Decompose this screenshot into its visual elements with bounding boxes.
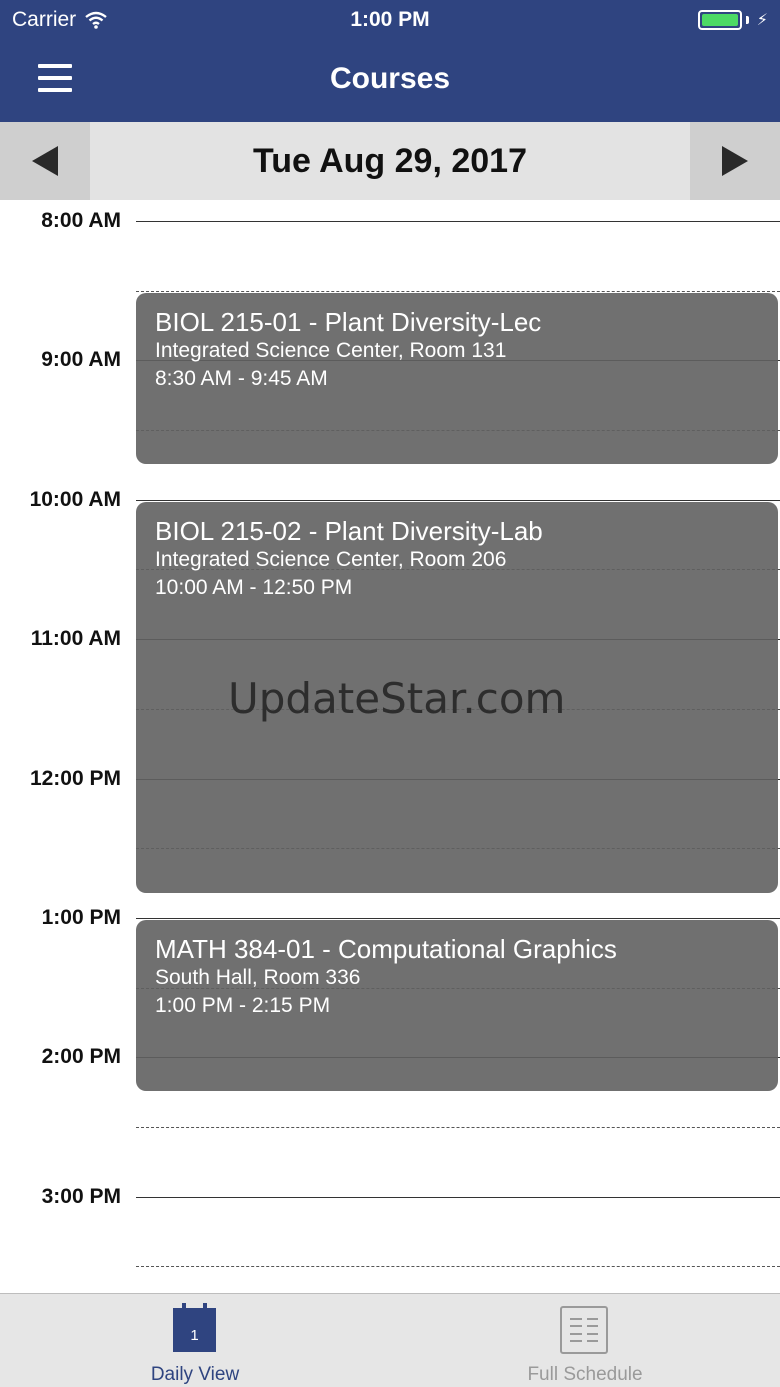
tab-label: Full Schedule xyxy=(527,1364,643,1385)
hour-label: 8:00 AM xyxy=(41,209,121,232)
next-day-button[interactable] xyxy=(690,122,780,200)
event-title: MATH 384-01 - Computational Graphics xyxy=(155,934,617,964)
schedule-list-icon xyxy=(560,1306,608,1354)
hour-label: 3:00 PM xyxy=(41,1185,121,1208)
hour-line xyxy=(136,500,780,501)
hour-label: 9:00 AM xyxy=(41,348,121,371)
current-date: Tue Aug 29, 2017 xyxy=(253,142,527,180)
event-title: BIOL 215-02 - Plant Diversity-Lab xyxy=(155,516,543,546)
event-location: South Hall, Room 336 xyxy=(155,966,361,989)
hour-label: 11:00 AM xyxy=(30,627,121,650)
course-event[interactable]: MATH 384-01 - Computational Graphics Sou… xyxy=(136,920,778,1091)
previous-day-button[interactable] xyxy=(0,122,90,200)
hour-label: 2:00 PM xyxy=(41,1045,121,1068)
app-header: Carrier 1:00 PM ⚡ Courses xyxy=(0,0,780,122)
tab-label: Daily View xyxy=(150,1364,240,1385)
charging-bolt-icon: ⚡ xyxy=(756,12,768,29)
page-title: Courses xyxy=(329,62,451,95)
watermark: UpdateStar.com xyxy=(228,674,566,723)
half-hour-line xyxy=(136,291,780,292)
hour-line xyxy=(136,221,780,222)
event-time: 10:00 AM - 12:50 PM xyxy=(155,576,353,599)
tab-full-schedule[interactable]: Full Schedule xyxy=(390,1294,780,1387)
hour-label: 1:00 PM xyxy=(41,906,121,929)
status-time: 1:00 PM xyxy=(350,8,430,31)
calendar-icon: 1 xyxy=(173,1303,216,1352)
event-title: BIOL 215-01 - Plant Diversity-Lec xyxy=(155,307,542,337)
triangle-right-icon xyxy=(722,146,748,176)
day-timeline[interactable]: 8:00 AM 9:00 AM 10:00 AM 11:00 AM 12:00 … xyxy=(0,200,780,1293)
tab-daily-view[interactable]: 1 Daily View xyxy=(0,1294,390,1387)
half-hour-line xyxy=(136,1266,780,1267)
status-bar: Carrier 1:00 PM ⚡ xyxy=(0,0,780,40)
half-hour-line xyxy=(136,1127,780,1128)
hour-label: 12:00 PM xyxy=(29,767,121,790)
hour-line xyxy=(136,918,780,919)
event-location: Integrated Science Center, Room 206 xyxy=(155,548,507,571)
hour-line xyxy=(136,1197,780,1198)
hour-label: 10:00 AM xyxy=(29,488,121,511)
calendar-day-number: 1 xyxy=(176,1320,213,1349)
battery-icon: ⚡ xyxy=(697,10,768,30)
date-navigator: Tue Aug 29, 2017 xyxy=(0,122,780,200)
triangle-left-icon xyxy=(32,146,58,176)
tab-bar: 1 Daily View Full Schedule xyxy=(0,1293,780,1387)
event-location: Integrated Science Center, Room 131 xyxy=(155,339,507,362)
course-event[interactable]: BIOL 215-01 - Plant Diversity-Lec Integr… xyxy=(136,293,778,464)
event-time: 8:30 AM - 9:45 AM xyxy=(155,367,328,390)
event-time: 1:00 PM - 2:15 PM xyxy=(155,994,331,1017)
